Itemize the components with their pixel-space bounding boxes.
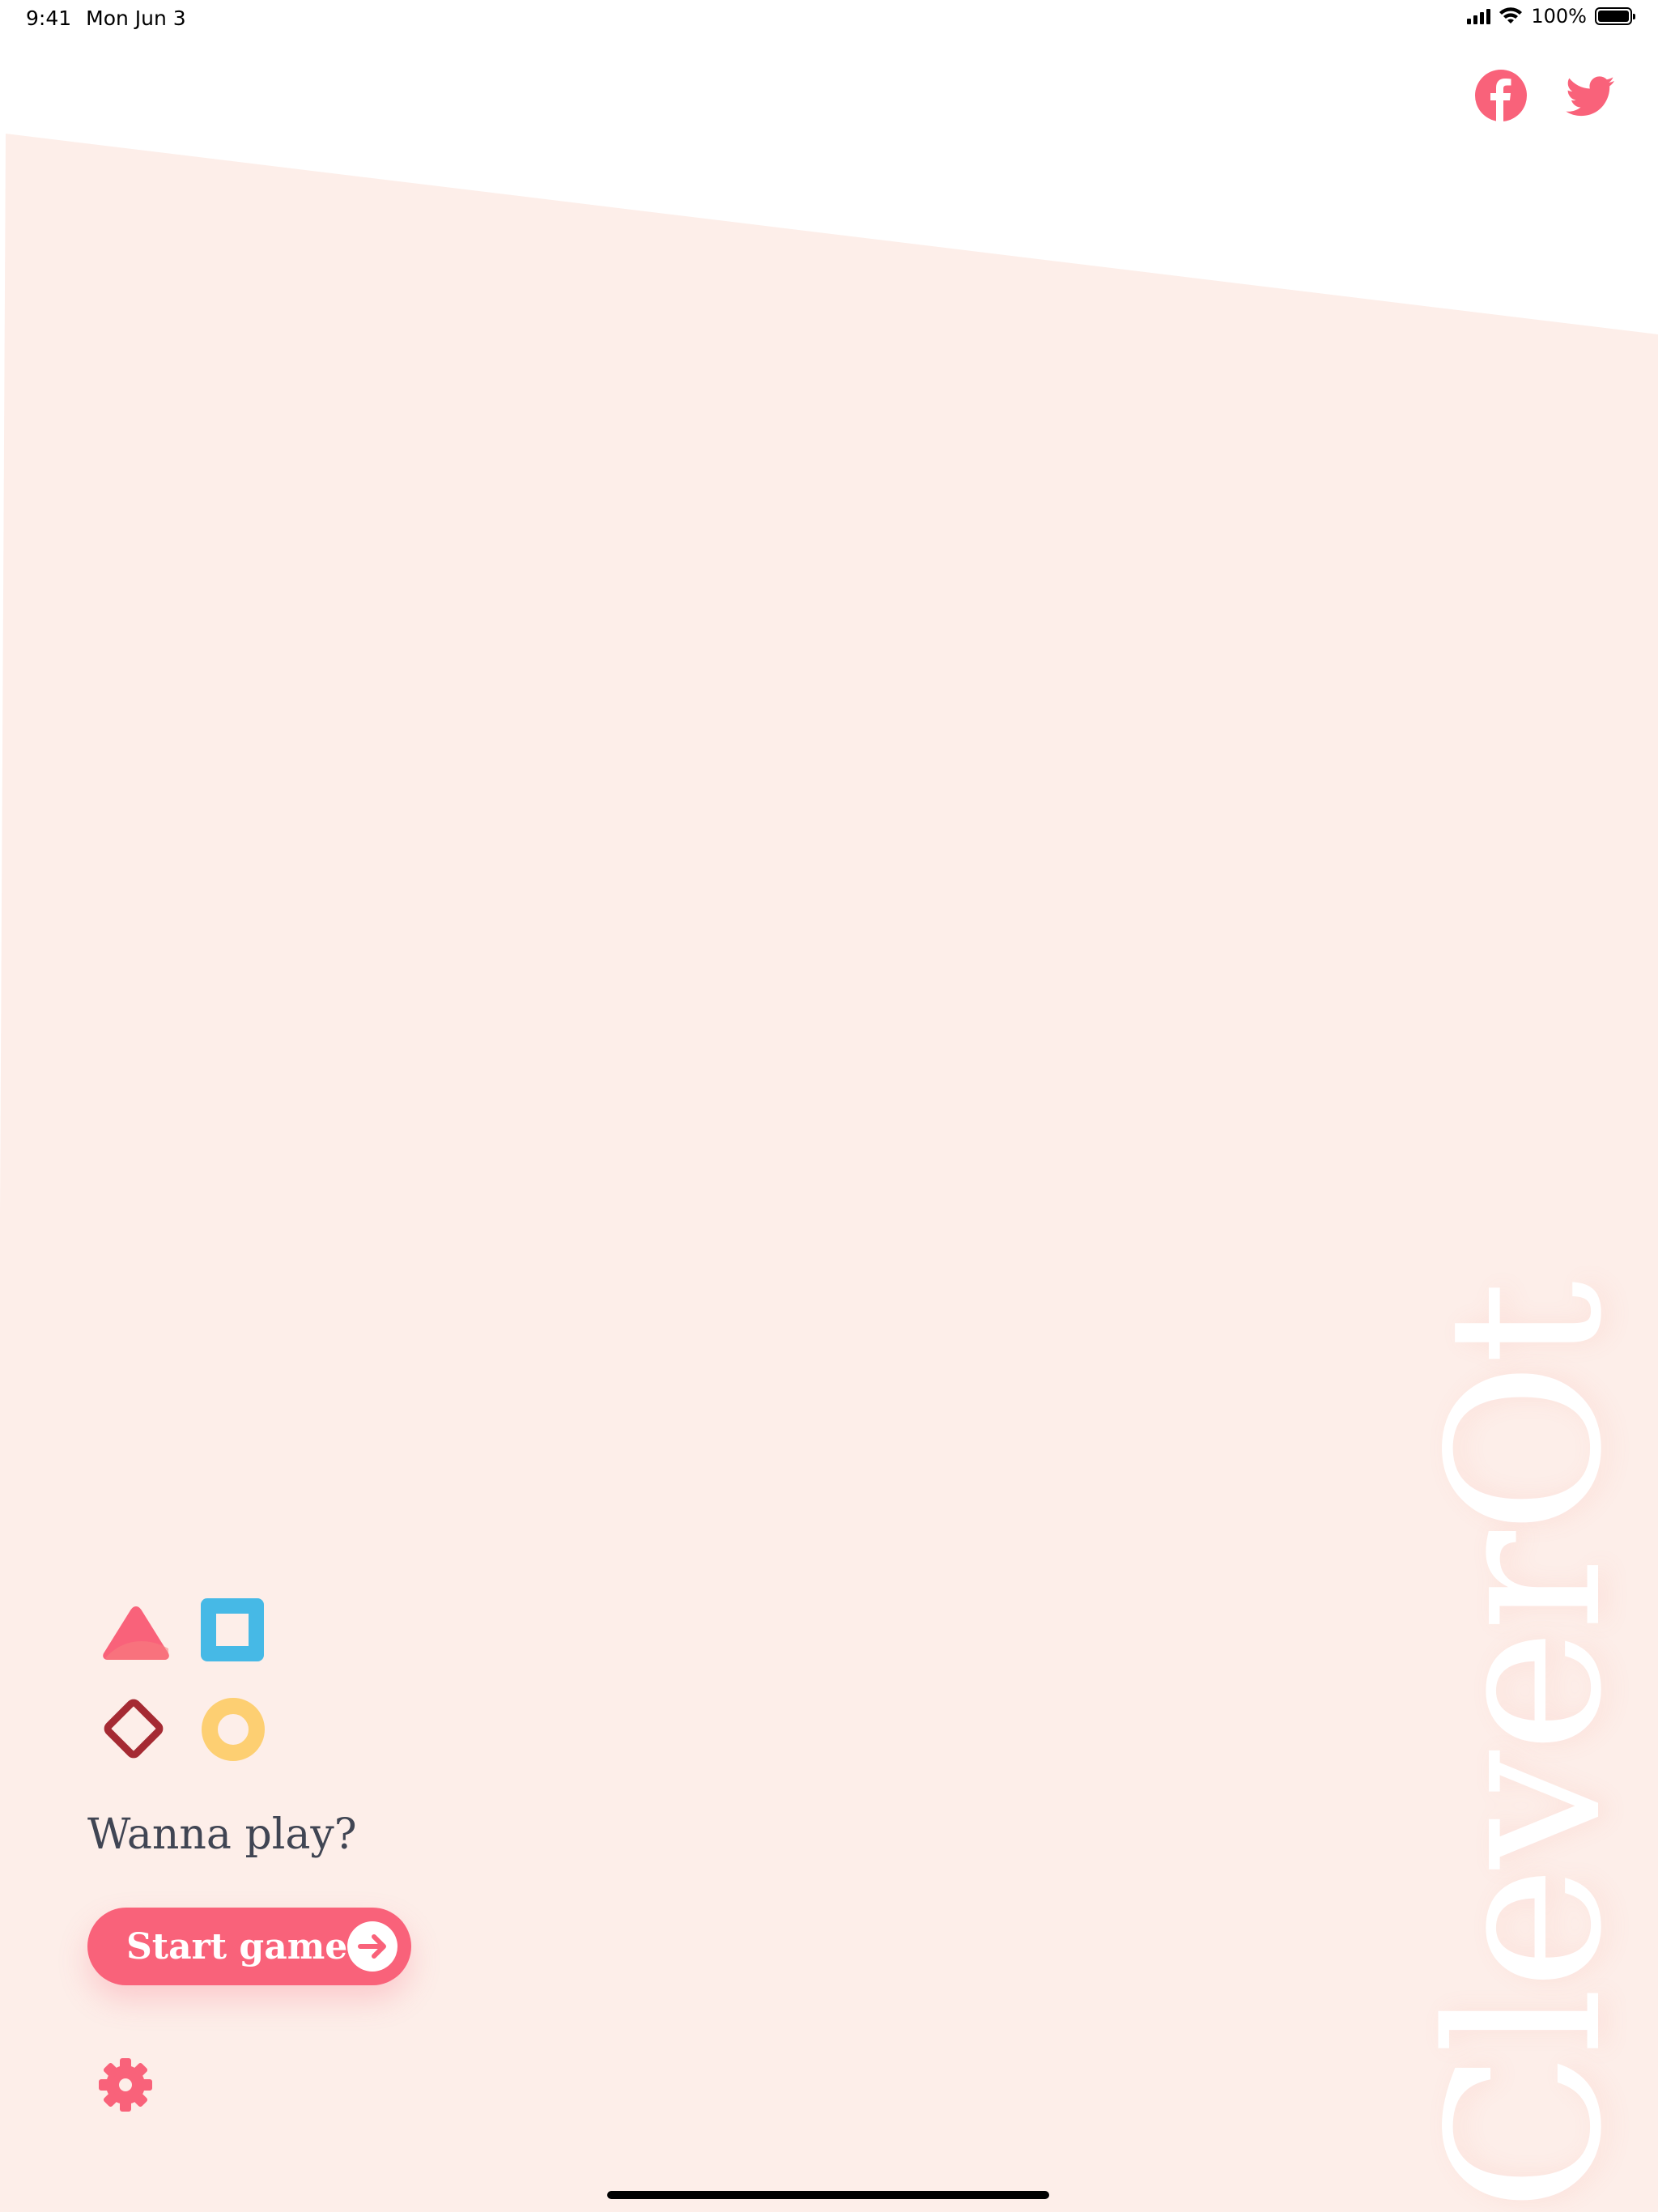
status-bar: 9:41 Mon Jun 3 100% <box>0 0 1658 37</box>
gear-icon[interactable] <box>97 2057 154 2113</box>
status-left: 9:41 Mon Jun 3 <box>26 6 186 30</box>
tagline: Wanna play? <box>87 1810 357 1859</box>
cellular-signal-icon <box>1467 8 1491 24</box>
diamond-icon <box>104 1699 164 1759</box>
square-icon <box>201 1598 264 1661</box>
start-game-button[interactable]: Start game <box>87 1908 411 1985</box>
battery-icon <box>1595 7 1635 25</box>
start-game-label: Start game <box>126 1925 348 1967</box>
social-links <box>1473 68 1619 123</box>
circle-icon <box>202 1698 265 1761</box>
brand-title: CleverOt <box>1404 1283 1648 2212</box>
status-time: 9:41 <box>26 6 72 30</box>
status-date: Mon Jun 3 <box>86 6 186 30</box>
arrow-right-circle-icon <box>347 1921 397 1972</box>
wifi-icon <box>1499 7 1523 23</box>
twitter-icon[interactable] <box>1564 68 1619 123</box>
home-indicator[interactable] <box>607 2191 1049 2199</box>
status-right: 100% <box>1467 5 1635 28</box>
triangle-icon <box>103 1606 169 1660</box>
facebook-icon[interactable] <box>1473 68 1528 123</box>
shapes-logo <box>99 1597 277 1767</box>
battery-percentage: 100% <box>1531 5 1587 28</box>
